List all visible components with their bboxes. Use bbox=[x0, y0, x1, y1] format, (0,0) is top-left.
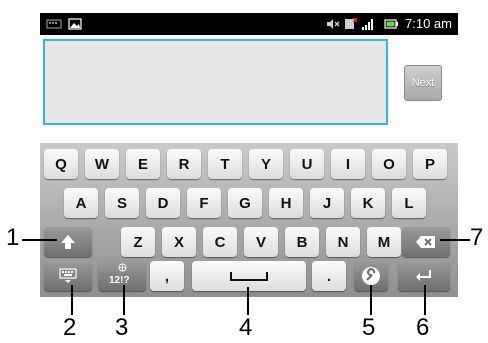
key-g[interactable]: G bbox=[228, 188, 262, 218]
status-bar: 7:10 am bbox=[40, 13, 458, 35]
callout-2-line bbox=[71, 285, 73, 315]
key-k[interactable]: K bbox=[351, 188, 385, 218]
key-r[interactable]: R bbox=[167, 149, 201, 179]
key-y[interactable]: Y bbox=[249, 149, 283, 179]
backspace-icon bbox=[416, 236, 435, 248]
key-n[interactable]: N bbox=[326, 227, 360, 257]
key-u[interactable]: U bbox=[290, 149, 324, 179]
key-d[interactable]: D bbox=[146, 188, 180, 218]
key-x[interactable]: X bbox=[162, 227, 196, 257]
shift-key[interactable] bbox=[44, 227, 92, 257]
text-input-field[interactable] bbox=[43, 39, 388, 125]
key-z[interactable]: Z bbox=[121, 227, 155, 257]
key-j[interactable]: J bbox=[310, 188, 344, 218]
key-f[interactable]: F bbox=[187, 188, 221, 218]
key-c[interactable]: C bbox=[203, 227, 237, 257]
key-o[interactable]: O bbox=[372, 149, 406, 179]
space-icon bbox=[230, 272, 268, 281]
backspace-key[interactable] bbox=[402, 227, 450, 257]
key-h[interactable]: H bbox=[269, 188, 303, 218]
shift-arrow-icon bbox=[61, 235, 75, 249]
next-button[interactable]: Next bbox=[404, 65, 442, 101]
symbols-key[interactable]: 12!? bbox=[98, 261, 146, 291]
key-p[interactable]: P bbox=[413, 149, 447, 179]
image-icon bbox=[68, 18, 82, 30]
comma-key[interactable]: , bbox=[150, 261, 184, 291]
callout-4: 4 bbox=[239, 314, 253, 341]
edit-area: Next bbox=[40, 35, 458, 143]
callout-1: 1 bbox=[6, 224, 20, 251]
key-b[interactable]: B bbox=[285, 227, 319, 257]
no-sim-icon bbox=[345, 18, 358, 29]
key-s[interactable]: S bbox=[105, 188, 139, 218]
signal-icon bbox=[362, 19, 373, 30]
phone-screen: 7:10 am Next Q W E R T Y U I O P A S D F… bbox=[40, 13, 458, 297]
key-v[interactable]: V bbox=[244, 227, 278, 257]
callout-3-line bbox=[123, 285, 125, 315]
symbols-label: 12!? bbox=[109, 275, 130, 286]
keyboard-icon bbox=[59, 268, 77, 283]
status-time: 7:10 am bbox=[405, 16, 452, 31]
key-e[interactable]: E bbox=[126, 149, 160, 179]
callout-5-line bbox=[370, 285, 372, 315]
callout-2: 2 bbox=[63, 314, 77, 341]
callout-3: 3 bbox=[115, 314, 129, 341]
keyboard-hide-key[interactable] bbox=[44, 261, 92, 291]
globe-icon bbox=[118, 263, 127, 272]
callout-6: 6 bbox=[416, 314, 430, 341]
key-w[interactable]: W bbox=[85, 149, 119, 179]
key-m[interactable]: M bbox=[367, 227, 401, 257]
callout-5: 5 bbox=[362, 314, 376, 341]
callout-4-line bbox=[247, 287, 249, 315]
battery-icon bbox=[384, 19, 398, 29]
key-i[interactable]: I bbox=[331, 149, 365, 179]
key-l[interactable]: L bbox=[392, 188, 426, 218]
callout-7-line bbox=[440, 239, 470, 241]
mute-icon bbox=[327, 19, 340, 29]
callout-6-line bbox=[424, 285, 426, 315]
wrench-icon bbox=[362, 267, 380, 285]
notification-icon bbox=[46, 19, 62, 29]
key-t[interactable]: T bbox=[208, 149, 242, 179]
callout-1-line bbox=[22, 239, 57, 241]
key-q[interactable]: Q bbox=[44, 149, 78, 179]
enter-icon bbox=[416, 270, 431, 281]
space-key[interactable] bbox=[192, 261, 306, 291]
period-key[interactable]: . bbox=[312, 261, 346, 291]
on-screen-keyboard: Q W E R T Y U I O P A S D F G H J K L Z … bbox=[40, 143, 458, 297]
key-a[interactable]: A bbox=[64, 188, 98, 218]
callout-7: 7 bbox=[470, 224, 484, 251]
